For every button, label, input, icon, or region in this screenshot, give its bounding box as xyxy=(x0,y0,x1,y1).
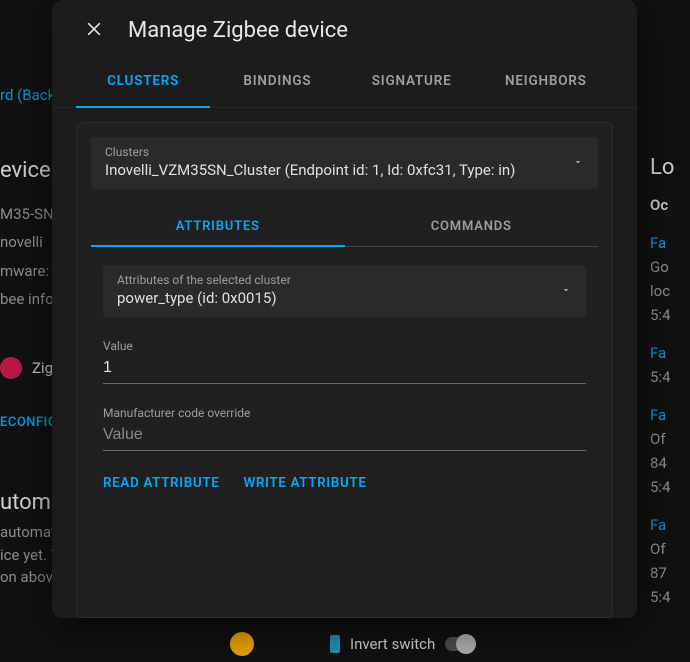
bg-log-entry: 87 xyxy=(650,561,690,585)
tab-clusters[interactable]: CLUSTERS xyxy=(76,55,210,107)
tab-neighbors[interactable]: NEIGHBORS xyxy=(479,55,613,107)
cluster-select-value: Inovelli_VZM35SN_Cluster (Endpoint id: 1… xyxy=(105,161,515,179)
attribute-select-value: power_type (id: 0x0015) xyxy=(117,289,291,307)
read-attribute-button[interactable]: READ ATTRIBUTE xyxy=(103,475,219,491)
bg-log-entry: 5:4 xyxy=(650,303,690,327)
bg-date-fragment: Oc xyxy=(650,193,690,217)
cluster-select-label: Clusters xyxy=(105,145,515,159)
cluster-subtabs: ATTRIBUTES COMMANDS xyxy=(91,207,598,247)
bg-log-entry: 84 xyxy=(650,451,690,475)
dialog-title: Manage Zigbee device xyxy=(128,18,348,43)
mfr-override-input[interactable] xyxy=(103,422,586,451)
cluster-card: Clusters Inovelli_VZM35SN_Cluster (Endpo… xyxy=(76,122,613,618)
tab-bindings[interactable]: BINDINGS xyxy=(210,55,344,107)
bg-log-entry: Fa xyxy=(650,341,690,365)
bg-logbook-heading: Lo xyxy=(650,150,690,185)
reconfigure-button-fragment[interactable]: ECONFIG xyxy=(0,415,57,430)
bg-indicator-dot xyxy=(230,632,254,656)
close-icon xyxy=(84,19,104,43)
bg-log-entry: 5:4 xyxy=(650,585,690,609)
write-attribute-button[interactable]: WRITE ATTRIBUTE xyxy=(243,475,366,491)
back-breadcrumb-link[interactable]: rd (Back xyxy=(0,86,55,104)
close-button[interactable] xyxy=(82,19,106,43)
invert-switch-label: Invert switch xyxy=(350,635,435,653)
bg-log-entry: Fa xyxy=(650,513,690,537)
attribute-select[interactable]: Attributes of the selected cluster power… xyxy=(103,265,586,317)
manage-zigbee-device-dialog: Manage Zigbee device CLUSTERS BINDINGS S… xyxy=(52,0,637,618)
value-input[interactable] xyxy=(103,355,586,384)
subtab-commands[interactable]: COMMANDS xyxy=(345,207,599,246)
tab-signature[interactable]: SIGNATURE xyxy=(345,55,479,107)
bg-log-entry: Go xyxy=(650,255,690,279)
zigbee-dot-icon xyxy=(0,357,22,379)
value-field-label: Value xyxy=(103,339,586,353)
dialog-tabs: CLUSTERS BINDINGS SIGNATURE NEIGHBORS xyxy=(52,55,637,108)
attribute-select-label: Attributes of the selected cluster xyxy=(117,273,291,287)
chevron-down-icon xyxy=(572,153,584,172)
bg-log-entry: Fa xyxy=(650,403,690,427)
bg-log-entry: Of xyxy=(650,537,690,561)
bg-log-entry: 5:4 xyxy=(650,365,690,389)
chevron-down-icon xyxy=(560,281,572,300)
bg-log-entry: 5:4 xyxy=(650,475,690,499)
invert-switch-toggle[interactable] xyxy=(445,637,475,651)
bg-log-entry: Of xyxy=(650,427,690,451)
device-icon xyxy=(330,635,340,653)
subtab-attributes[interactable]: ATTRIBUTES xyxy=(91,207,345,246)
bg-log-entry: Fa xyxy=(650,231,690,255)
bg-log-entry: loc xyxy=(650,279,690,303)
cluster-select[interactable]: Clusters Inovelli_VZM35SN_Cluster (Endpo… xyxy=(91,137,598,189)
mfr-override-label: Manufacturer code override xyxy=(103,406,586,420)
